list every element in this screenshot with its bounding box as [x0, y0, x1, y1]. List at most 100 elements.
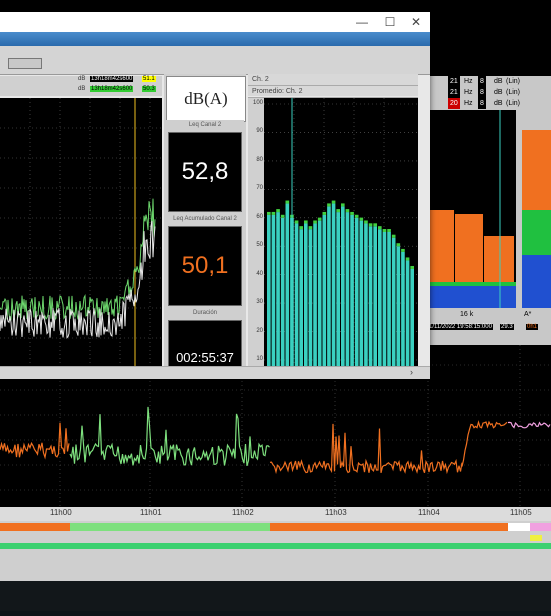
spectrum-bar	[280, 217, 285, 366]
time-tick: 11h04	[418, 508, 440, 517]
level-trace-green	[69, 406, 270, 467]
segment	[270, 523, 508, 531]
spectrum-bar-peak	[331, 200, 336, 204]
time-tick: 11h02	[232, 508, 254, 517]
db-value: 8	[478, 98, 486, 109]
marker-label: dB	[78, 86, 86, 92]
db-value: 8	[478, 76, 486, 87]
level-value: 29.3	[500, 324, 514, 330]
marker-time: 13h18m42s600	[90, 86, 134, 92]
overview-bar	[0, 543, 551, 549]
header-band	[0, 32, 430, 46]
level-trace-pink	[507, 421, 551, 429]
spectrum-bar	[336, 212, 340, 366]
spectrum-bar-peak	[373, 223, 377, 227]
weighting: (Lin)	[506, 78, 521, 85]
spectrum-bar	[405, 260, 410, 366]
maximize-button[interactable]: ☐	[380, 14, 400, 30]
unit-title: dB(A)	[166, 76, 246, 122]
y-tick-label: 60	[256, 213, 263, 220]
band-bar	[455, 214, 483, 282]
segment	[0, 523, 70, 531]
spectrum-bar	[317, 220, 322, 366]
spectrum-bar	[378, 229, 382, 366]
y-tick-label: 20	[256, 327, 263, 334]
spectrum-bar	[285, 203, 290, 366]
db-unit: dB	[494, 100, 503, 107]
toolbar-button[interactable]	[8, 58, 42, 69]
freq-value: 21	[448, 87, 460, 98]
freq-unit: Hz	[464, 78, 473, 85]
db-unit: dB	[494, 78, 503, 85]
spectrum-bar-peak	[299, 226, 303, 230]
spectrum-bar-peak	[341, 203, 345, 207]
time-tick: 11h01	[140, 508, 162, 517]
marker-label: dB	[78, 76, 86, 82]
y-tick-label: 80	[256, 156, 263, 163]
spectrum-bar-peak	[336, 209, 340, 213]
minimize-button[interactable]: —	[352, 14, 372, 30]
spectrum-bar-peak	[308, 226, 313, 230]
spectrum-bar-peak	[396, 243, 401, 247]
duration-value: 002:55:37	[168, 320, 242, 368]
spectrum-bar-peak	[322, 211, 327, 215]
leq-accumulated-value: 50,1	[168, 226, 242, 306]
timestamp: 1/11/2022 19:58:15:000	[428, 324, 493, 330]
spectrum-bar	[359, 220, 364, 366]
spectrum-bar	[401, 251, 405, 366]
spectrum-bar-peak	[350, 211, 354, 215]
spectrum-bar-peak	[276, 209, 280, 213]
channel-name: Ch. 2	[248, 74, 418, 86]
spectrum-bar	[276, 212, 280, 366]
db-unit: dB	[494, 89, 503, 96]
time-tick: 11h03	[325, 508, 347, 517]
y-tick-label: 50	[256, 242, 263, 249]
freq-unit: Hz	[464, 100, 473, 107]
a-weighted-bar	[522, 130, 551, 210]
spectrum-panel: 100 90 80 70 60 50 40 30 20 10	[248, 98, 418, 366]
spectrum-bar-peak	[368, 223, 373, 227]
spectrum-bar	[308, 229, 313, 366]
band-bar	[428, 210, 454, 282]
close-button[interactable]: ✕	[406, 14, 426, 30]
time-tick: 11h00	[50, 508, 72, 517]
toolbar	[0, 46, 430, 75]
spectrum-bar-peak	[405, 257, 410, 261]
spectrum-bar-peak	[387, 229, 391, 232]
spectrum-bar	[341, 206, 345, 366]
spectrum-bar	[354, 217, 359, 366]
dialog-titlebar[interactable]: — ☐ ✕	[0, 12, 430, 32]
spectrum-bar	[368, 226, 373, 366]
spectrum-bar-peak	[271, 211, 276, 215]
spectrum-bar	[396, 246, 401, 366]
spectrum-bar	[313, 223, 317, 366]
y-tick-label: 30	[256, 299, 263, 306]
spectrum-bar-peak	[378, 226, 382, 230]
db-value: 8	[478, 87, 486, 98]
spectrum-bar-peak	[364, 220, 368, 224]
spectrum-bar-peak	[267, 211, 271, 215]
spectrum-bar	[410, 268, 414, 366]
band-bar	[484, 236, 514, 282]
spectrum-bar-peak	[317, 217, 322, 221]
spectrum-bar-peak	[313, 220, 317, 224]
status-bar: ›	[0, 366, 430, 379]
marker-time: 13h18m42s600	[90, 76, 134, 82]
freq-value: 20	[448, 98, 460, 109]
spectrum-bar-peak	[294, 220, 299, 224]
marker-value: 51.1	[142, 76, 156, 82]
spectrum-bar-peak	[280, 214, 285, 218]
scroll-right-icon[interactable]: ›	[410, 367, 413, 377]
spectrum-bar	[373, 226, 377, 366]
spectrum-bar	[327, 206, 331, 366]
freq-unit: Hz	[464, 89, 473, 96]
y-tick-label: 10	[256, 356, 263, 362]
y-tick-label: 70	[256, 185, 263, 192]
spectrum-bar	[391, 237, 396, 366]
spectrum-bar-peak	[285, 200, 290, 204]
channel-header: Ch. 2 Promedio: Ch. 2	[248, 74, 418, 98]
spectrum-bar	[350, 214, 354, 366]
spectrum-bar	[382, 232, 387, 366]
leq-value: 52,8	[168, 132, 242, 212]
duration-label: Duración	[166, 308, 244, 318]
